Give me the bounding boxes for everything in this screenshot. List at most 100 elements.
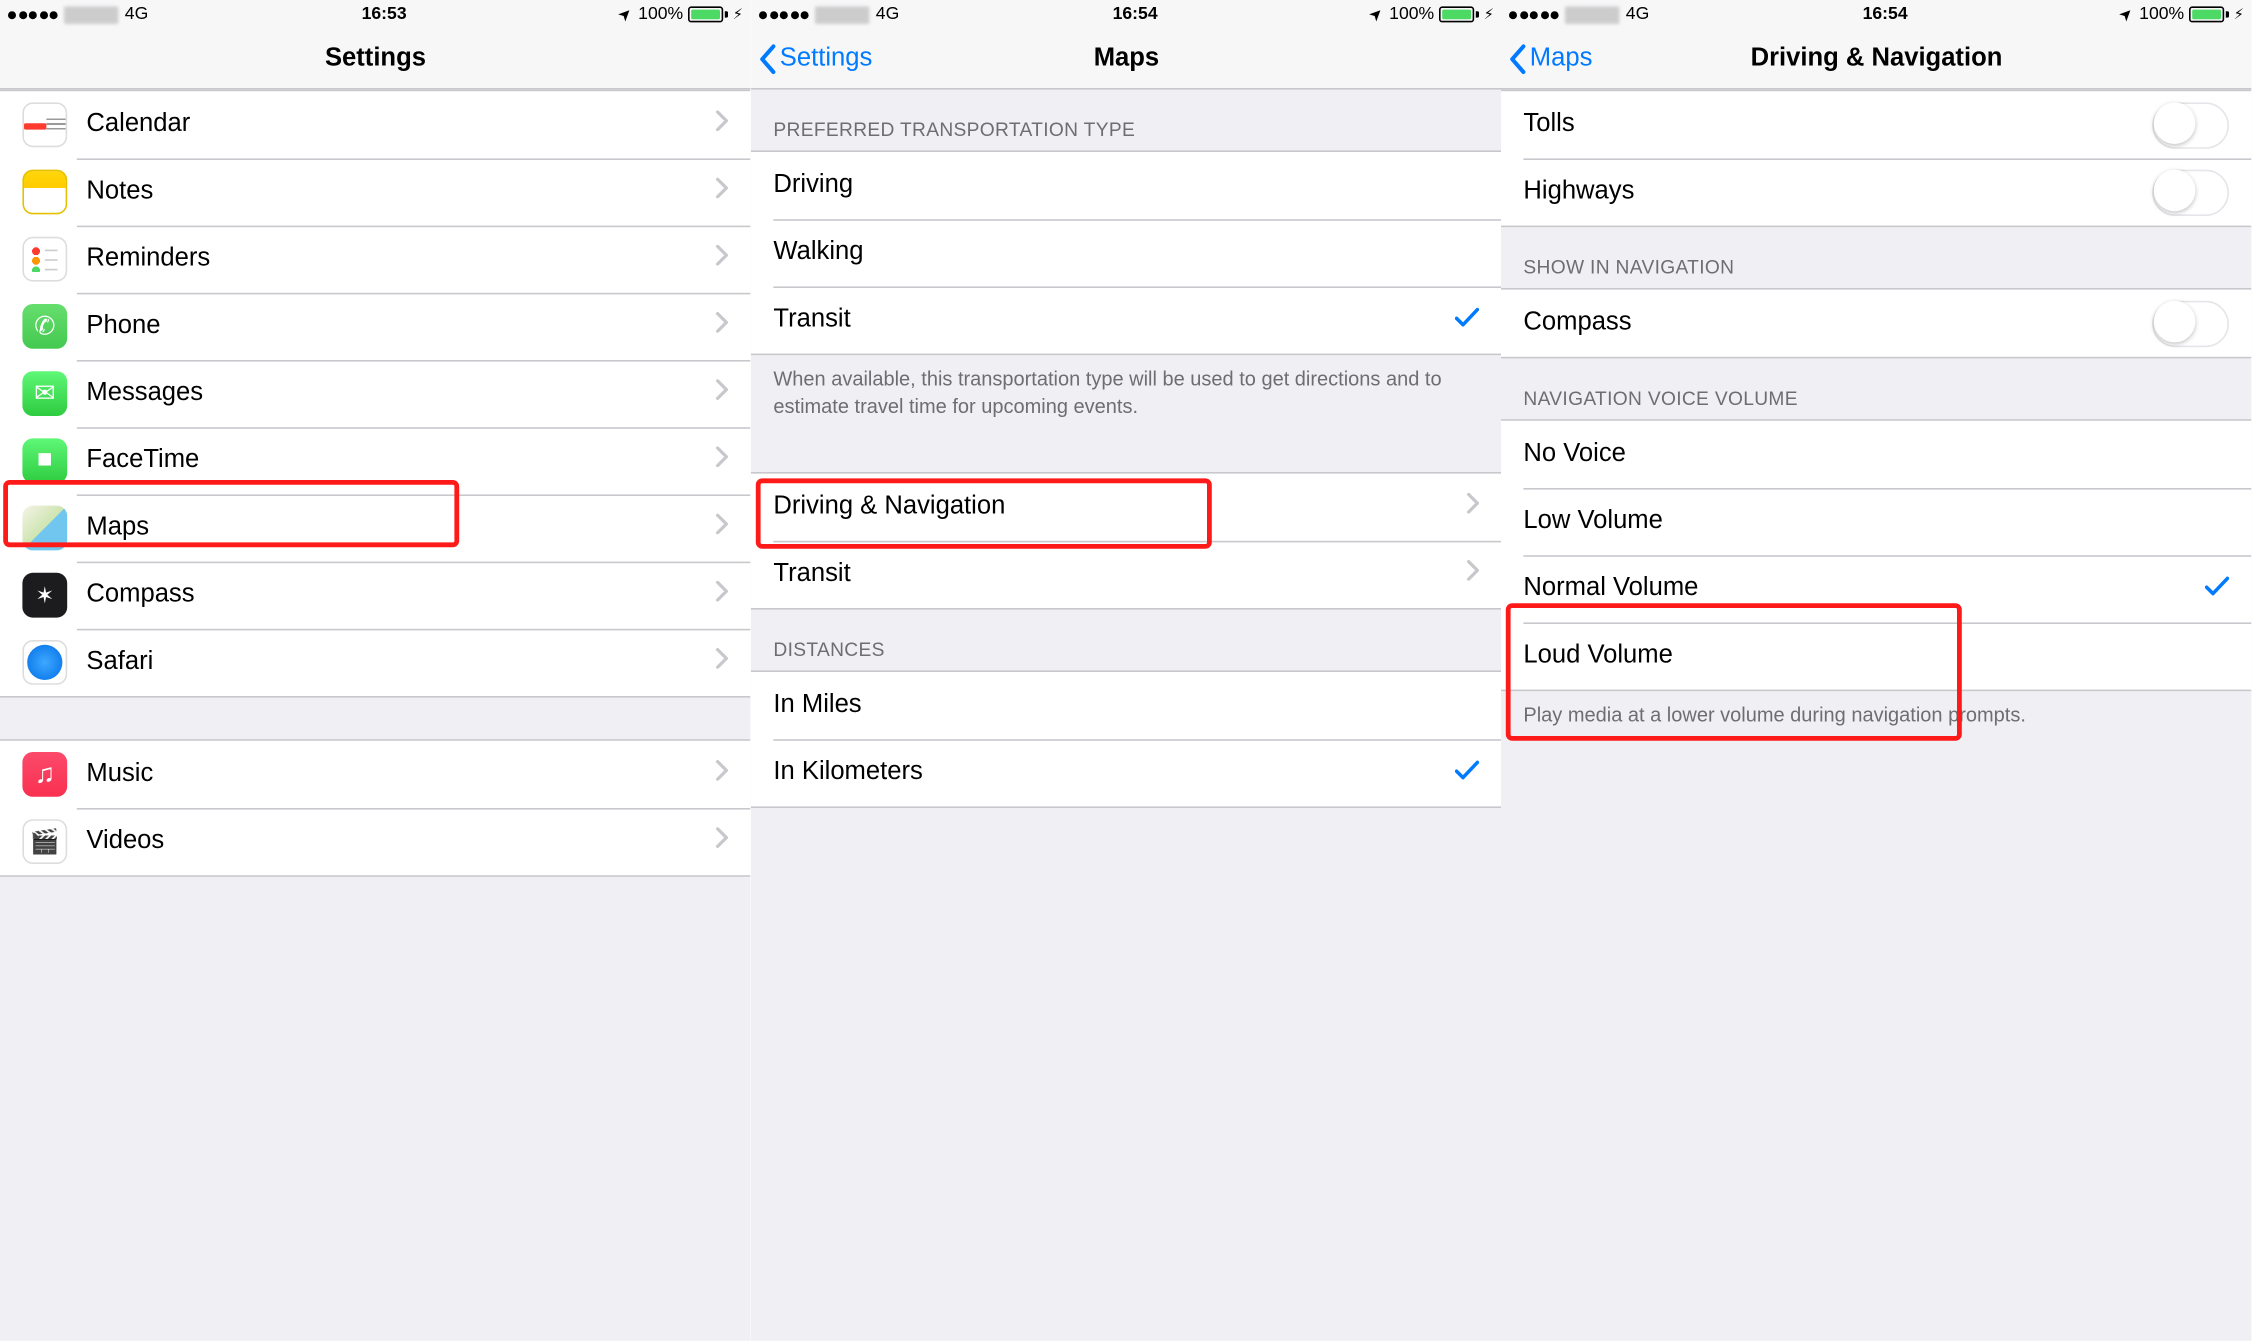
settings-row[interactable]: Tolls <box>1501 91 2252 158</box>
signal-dots <box>759 10 809 18</box>
clock: 16:53 <box>362 5 407 24</box>
settings-row[interactable]: No Voice <box>1501 421 2252 488</box>
row-label: Walking <box>773 238 1479 267</box>
music-icon: ♫ <box>22 752 67 797</box>
carrier-label <box>1565 6 1619 24</box>
chevron-right-icon <box>716 648 729 677</box>
settings-row[interactable]: Normal Volume <box>1501 555 2252 622</box>
chevron-right-icon <box>716 827 729 856</box>
group-header: NAVIGATION VOICE VOLUME <box>1501 358 2252 419</box>
chevron-right-icon <box>716 581 729 610</box>
settings-row[interactable]: Low Volume <box>1501 488 2252 555</box>
calendar-icon <box>22 102 67 147</box>
settings-row[interactable]: ✉︎Messages <box>0 360 751 427</box>
reminders-icon <box>22 237 67 282</box>
row-label: Normal Volume <box>1524 574 2206 603</box>
row-label: Driving & Navigation <box>773 492 1466 521</box>
chevron-right-icon <box>716 760 729 789</box>
chevron-right-icon <box>1466 492 1479 521</box>
settings-row[interactable]: Calendar <box>0 91 751 158</box>
settings-row[interactable]: 🎬Videos <box>0 808 751 875</box>
settings-row[interactable]: Maps <box>0 494 751 561</box>
row-label: Transit <box>773 306 1455 335</box>
toggle-switch[interactable] <box>2153 169 2230 215</box>
chevron-right-icon <box>716 379 729 408</box>
status-bar: 4G16:53➤100%⚡︎ <box>0 0 751 29</box>
settings-row[interactable]: Driving <box>751 152 1502 219</box>
row-label: Driving <box>773 171 1479 200</box>
settings-row[interactable]: Walking <box>751 219 1502 286</box>
back-label: Settings <box>779 44 872 73</box>
battery-percent: 100% <box>638 5 683 24</box>
settings-row[interactable]: Loud Volume <box>1501 622 2252 689</box>
charging-icon: ⚡︎ <box>2234 6 2244 24</box>
chevron-right-icon <box>716 178 729 207</box>
settings-row[interactable]: ✆Phone <box>0 293 751 360</box>
check-icon <box>1455 756 1479 788</box>
charging-icon: ⚡︎ <box>733 6 743 24</box>
battery-percent: 100% <box>2139 5 2184 24</box>
group-footer: When available, this transportation type… <box>751 355 1502 430</box>
clock: 16:54 <box>1863 5 1908 24</box>
settings-group: Compass <box>1501 288 2252 358</box>
settings-row[interactable]: In Miles <box>751 672 1502 739</box>
status-bar: 4G16:54➤100%⚡︎ <box>1501 0 2252 29</box>
battery-icon <box>2189 6 2229 22</box>
settings-row[interactable]: Transit <box>751 286 1502 353</box>
settings-row[interactable]: ✶Compass <box>0 562 751 629</box>
content: Calendar Notes Reminders ✆Phone✉︎Messages ■ F… <box>0 90 751 1341</box>
chevron-right-icon <box>716 110 729 139</box>
facetime-icon: ■ <box>22 438 67 483</box>
screen-0: 4G16:53➤100%⚡︎SettingsCalendarNotesRemin… <box>0 0 751 1341</box>
settings-group: Driving Walking Transit <box>751 150 1502 355</box>
settings-row[interactable]: Driving & Navigation <box>751 473 1502 540</box>
settings-group: No Voice Low Volume Normal Volume Loud Volu… <box>1501 419 2252 691</box>
row-label: Transit <box>773 560 1466 589</box>
settings-group: Tolls Highways <box>1501 90 2252 228</box>
nav-title: Settings <box>325 44 426 73</box>
nav-bar: SettingsMaps <box>751 29 1502 90</box>
battery-percent: 100% <box>1389 5 1434 24</box>
group-header: PREFERRED TRANSPORTATION TYPE <box>751 90 1502 151</box>
settings-row[interactable]: ♫ Music <box>0 741 751 808</box>
settings-row[interactable]: In Kilometers <box>751 739 1502 806</box>
settings-row[interactable]: ■ FaceTime <box>0 427 751 494</box>
messages-icon: ✉︎ <box>22 371 67 416</box>
battery-icon <box>688 6 728 22</box>
settings-row[interactable]: Compass <box>1501 290 2252 357</box>
notes-icon <box>22 170 67 215</box>
row-label: No Voice <box>1524 440 2230 469</box>
back-button[interactable]: Maps <box>1508 29 1593 88</box>
back-label: Maps <box>1530 44 1593 73</box>
back-button[interactable]: Settings <box>757 29 872 88</box>
toggle-switch[interactable] <box>2153 102 2230 148</box>
settings-row[interactable]: Highways <box>1501 158 2252 225</box>
row-label: Highways <box>1524 178 2153 207</box>
settings-row[interactable]: Reminders <box>0 226 751 293</box>
status-bar: 4G16:54➤100%⚡︎ <box>751 0 1502 29</box>
safari-icon <box>22 640 67 685</box>
row-label: Music <box>86 760 715 789</box>
row-label: Safari <box>86 648 715 677</box>
row-label: FaceTime <box>86 446 715 475</box>
settings-row[interactable]: Safari <box>0 629 751 696</box>
row-label: Loud Volume <box>1524 642 2230 671</box>
row-label: Low Volume <box>1524 507 2230 536</box>
check-icon <box>2206 573 2230 605</box>
settings-group: ♫ Music 🎬Videos <box>0 739 751 877</box>
carrier-label <box>64 6 118 24</box>
row-label: Calendar <box>86 110 715 139</box>
settings-group: Driving & Navigation Transit <box>751 472 1502 610</box>
row-label: Compass <box>1524 309 2153 338</box>
settings-group: In MilesIn Kilometers <box>751 670 1502 808</box>
settings-row[interactable]: Transit <box>751 540 1502 607</box>
row-label: Reminders <box>86 245 715 274</box>
videos-icon: 🎬 <box>22 819 67 864</box>
battery-icon <box>1439 6 1479 22</box>
toggle-switch[interactable] <box>2153 300 2230 346</box>
phone-icon: ✆ <box>22 304 67 349</box>
settings-row[interactable]: Notes <box>0 158 751 225</box>
chevron-right-icon <box>716 245 729 274</box>
nav-bar: Settings <box>0 29 751 90</box>
charging-icon: ⚡︎ <box>1483 6 1493 24</box>
